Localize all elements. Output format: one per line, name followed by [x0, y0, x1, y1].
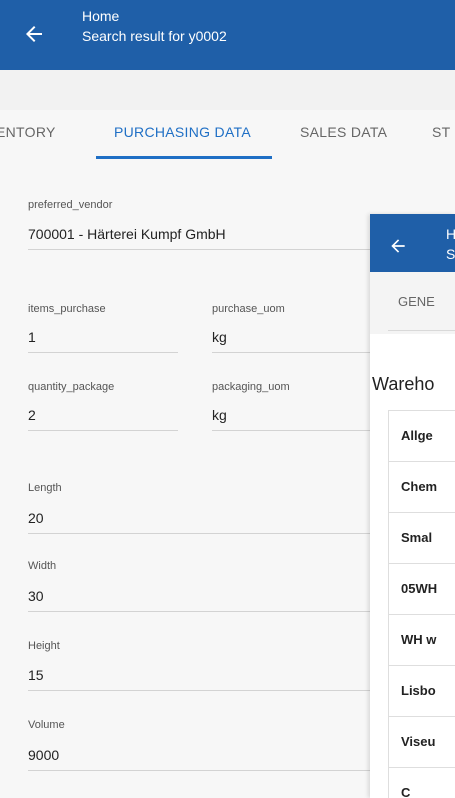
height-label: Height	[28, 640, 60, 652]
quantity-package-value[interactable]: 2	[28, 407, 36, 423]
items-purchase-label: items_purchase	[28, 303, 106, 315]
list-item[interactable]: Viseu	[388, 716, 455, 767]
list-item[interactable]: Chem	[388, 461, 455, 512]
tab-general[interactable]: GENE	[398, 294, 435, 309]
items-purchase-value[interactable]: 1	[28, 329, 36, 345]
back-arrow-icon[interactable]	[22, 22, 46, 46]
preferred-vendor-label: preferred_vendor	[28, 199, 113, 211]
packaging-uom-underline	[212, 430, 372, 431]
volume-value[interactable]: 9000	[28, 747, 59, 763]
packaging-uom-label: packaging_uom	[212, 381, 290, 393]
app-title: Home	[82, 8, 120, 24]
list-item[interactable]: Lisbo	[388, 665, 455, 716]
purchase-uom-label: purchase_uom	[212, 303, 285, 315]
width-value[interactable]: 30	[28, 588, 44, 604]
items-purchase-underline	[28, 352, 178, 353]
length-underline	[28, 533, 373, 534]
tab-bar: ENTORY PURCHASING DATA SALES DATA ST	[0, 110, 455, 159]
warehouse-list: Allge Chem Smal 05WH WH w Lisbo Viseu C	[388, 410, 455, 798]
list-item[interactable]: C	[388, 767, 455, 798]
quantity-package-label: quantity_package	[28, 381, 115, 393]
quantity-package-underline	[28, 430, 178, 431]
preferred-vendor-value[interactable]: 700001 - Härterei Kumpf GmbH	[28, 226, 226, 242]
overlay-subtitle: S	[446, 246, 455, 262]
overlay-title: H	[446, 226, 455, 242]
purchase-uom-value[interactable]: kg	[212, 329, 227, 345]
list-item[interactable]: 05WH	[388, 563, 455, 614]
tab-inventory[interactable]: ENTORY	[0, 124, 56, 140]
list-item[interactable]: Allge	[388, 410, 455, 461]
list-item[interactable]: Smal	[388, 512, 455, 563]
purchase-uom-underline	[212, 352, 372, 353]
list-item[interactable]: WH w	[388, 614, 455, 665]
header-spacer	[0, 70, 455, 110]
length-label: Length	[28, 482, 62, 494]
tab-purchasing-data[interactable]: PURCHASING DATA	[114, 124, 251, 140]
width-label: Width	[28, 560, 57, 572]
warehouse-section-title: Wareho	[372, 374, 435, 394]
volume-label: Volume	[28, 719, 65, 731]
preferred-vendor-underline	[28, 249, 373, 250]
tab-st[interactable]: ST	[432, 124, 451, 140]
overlay-tab-bar: GENE	[370, 272, 455, 334]
app-subtitle: Search result for y0002	[82, 28, 227, 44]
overlay-screen: H S GENE Wareho Allge Chem Smal 05WH WH …	[370, 214, 455, 798]
packaging-uom-value[interactable]: kg	[212, 407, 227, 423]
width-underline	[28, 611, 373, 612]
height-underline	[28, 690, 373, 691]
back-arrow-icon[interactable]	[388, 236, 408, 256]
volume-underline	[28, 770, 373, 771]
app-bar: Home Search result for y0002	[0, 0, 455, 70]
active-tab-indicator	[96, 156, 272, 159]
overlay-tab-divider	[388, 330, 455, 331]
tab-sales-data[interactable]: SALES DATA	[300, 124, 387, 140]
overlay-app-bar: H S	[370, 214, 455, 272]
height-value[interactable]: 15	[28, 667, 44, 683]
length-value[interactable]: 20	[28, 510, 44, 526]
